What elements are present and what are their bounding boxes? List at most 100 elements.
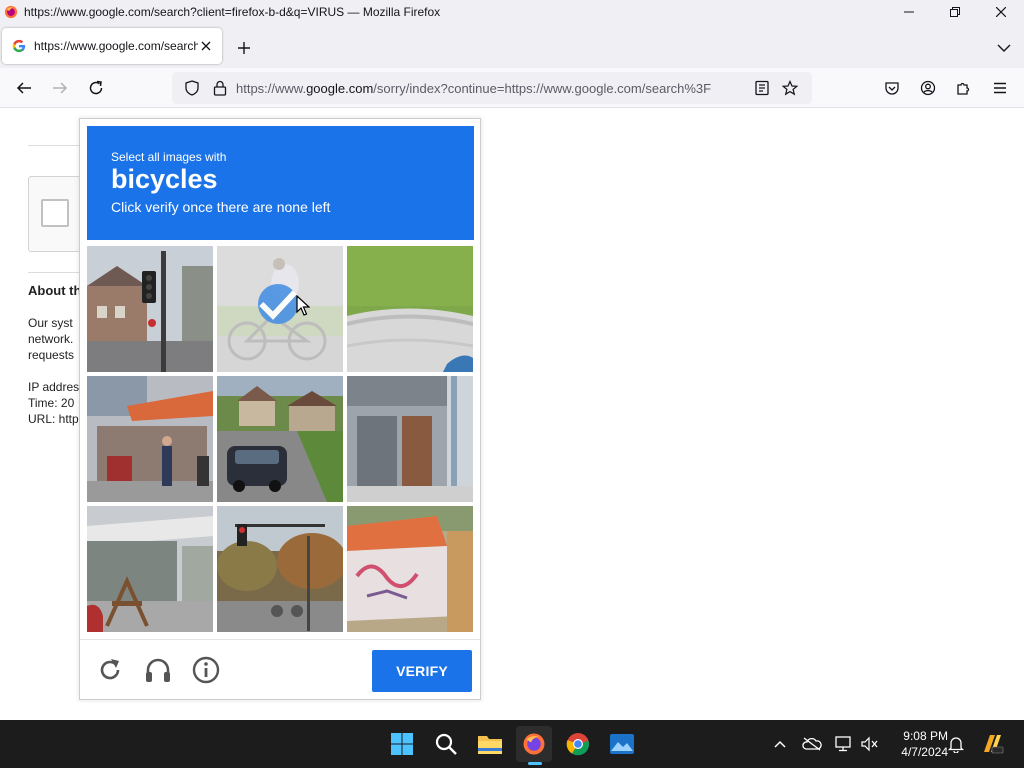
copilot-button[interactable] bbox=[980, 732, 1004, 756]
firefox-logo-icon bbox=[523, 733, 545, 755]
bookmark-star-icon[interactable] bbox=[778, 76, 802, 100]
arrow-right-icon bbox=[53, 82, 68, 94]
search-button[interactable] bbox=[428, 726, 464, 762]
close-icon bbox=[996, 7, 1006, 17]
tab-title: https://www.google.com/search?client=fir… bbox=[34, 39, 198, 53]
verify-button[interactable]: VERIFY bbox=[372, 650, 472, 692]
selected-check-icon bbox=[258, 284, 298, 324]
system-clock[interactable]: 9:08 PM 4/7/2024 bbox=[884, 728, 948, 760]
volume-muted-icon bbox=[861, 736, 878, 752]
challenge-target: bicycles bbox=[111, 164, 218, 194]
reload-challenge-button[interactable] bbox=[92, 652, 128, 688]
page-info-line: URL: http bbox=[28, 412, 79, 426]
about-heading: About th bbox=[28, 283, 80, 298]
photos-taskbar-button[interactable] bbox=[604, 726, 640, 762]
challenge-tile[interactable] bbox=[87, 246, 213, 372]
monitor-network-icon bbox=[835, 736, 851, 752]
page-text-line: requests bbox=[28, 348, 75, 362]
page-info-line: Time: 20 bbox=[28, 396, 75, 410]
active-app-indicator bbox=[528, 762, 542, 765]
firefox-taskbar-button[interactable] bbox=[516, 726, 552, 762]
window-title: https://www.google.com/search?client=fir… bbox=[24, 5, 441, 19]
lock-icon[interactable] bbox=[208, 76, 232, 100]
url-text: https://www.google.com/sorry/index?conti… bbox=[236, 80, 712, 96]
chevron-down-icon bbox=[997, 44, 1011, 52]
restore-button[interactable] bbox=[932, 0, 978, 24]
url-bar[interactable]: https://www.google.com/sorry/index?conti… bbox=[172, 72, 812, 104]
file-explorer-button[interactable] bbox=[472, 726, 508, 762]
chevron-up-icon bbox=[774, 740, 786, 748]
network-tray-icon[interactable] bbox=[832, 732, 856, 756]
firefox-logo-icon bbox=[4, 5, 18, 19]
page-info-line: IP addres bbox=[28, 380, 80, 394]
restore-icon bbox=[950, 7, 960, 17]
account-icon bbox=[920, 80, 936, 96]
challenge-tile[interactable] bbox=[87, 376, 213, 502]
chrome-logo-icon bbox=[566, 733, 590, 756]
onedrive-tray-icon[interactable] bbox=[800, 732, 824, 756]
clock-time: 9:08 PM bbox=[903, 729, 948, 743]
extensions-button[interactable] bbox=[950, 74, 978, 102]
pocket-button[interactable] bbox=[878, 74, 906, 102]
help-info-button[interactable] bbox=[188, 652, 224, 688]
back-button[interactable] bbox=[10, 74, 38, 102]
shield-icon[interactable] bbox=[180, 76, 204, 100]
account-button[interactable] bbox=[914, 74, 942, 102]
list-all-tabs-button[interactable] bbox=[992, 36, 1016, 60]
tab-close-button[interactable] bbox=[198, 38, 214, 54]
challenge-tile-selected[interactable] bbox=[217, 246, 343, 372]
challenge-tile[interactable] bbox=[347, 506, 473, 632]
pocket-icon bbox=[885, 82, 899, 95]
captcha-challenge-dialog: Select all images with bicycles Click ve… bbox=[79, 118, 481, 700]
tab-strip: https://www.google.com/search?client=fir… bbox=[0, 24, 1024, 68]
reload-button[interactable] bbox=[82, 74, 110, 102]
new-tab-button[interactable] bbox=[232, 36, 256, 60]
recaptcha-checkbox[interactable] bbox=[41, 199, 69, 227]
close-window-button[interactable] bbox=[978, 0, 1024, 24]
volume-tray-icon[interactable] bbox=[858, 732, 882, 756]
notifications-button[interactable] bbox=[944, 732, 968, 756]
photos-icon bbox=[610, 734, 634, 754]
chrome-taskbar-button[interactable] bbox=[560, 726, 596, 762]
hamburger-menu-icon bbox=[994, 82, 1006, 94]
start-button[interactable] bbox=[384, 726, 420, 762]
window-titlebar: https://www.google.com/search?client=fir… bbox=[0, 0, 1024, 24]
challenge-tile[interactable] bbox=[347, 376, 473, 502]
challenge-tile[interactable] bbox=[217, 506, 343, 632]
bell-icon bbox=[948, 737, 964, 753]
navigation-toolbar: https://www.google.com/sorry/index?conti… bbox=[0, 68, 1024, 108]
page-text-line: Our syst bbox=[28, 316, 73, 330]
challenge-tile[interactable] bbox=[87, 506, 213, 632]
mouse-cursor-icon bbox=[296, 295, 310, 316]
cloud-off-icon bbox=[802, 737, 822, 751]
clock-date: 4/7/2024 bbox=[901, 745, 948, 759]
folder-icon bbox=[478, 736, 502, 754]
windows-logo-icon bbox=[391, 733, 413, 755]
app-menu-button[interactable] bbox=[986, 74, 1014, 102]
reader-view-icon[interactable] bbox=[750, 76, 774, 100]
audio-challenge-button[interactable] bbox=[140, 652, 176, 688]
challenge-image-grid bbox=[87, 246, 474, 633]
page-text-line: network. bbox=[28, 332, 74, 346]
show-hidden-icons-button[interactable] bbox=[768, 732, 792, 756]
headphones-icon bbox=[146, 658, 170, 682]
challenge-tile[interactable] bbox=[347, 246, 473, 372]
puzzle-icon bbox=[957, 82, 970, 95]
copilot-icon bbox=[984, 735, 1004, 754]
close-icon bbox=[201, 41, 211, 51]
search-icon bbox=[435, 733, 457, 755]
reload-icon bbox=[100, 659, 120, 680]
challenge-tile[interactable] bbox=[217, 376, 343, 502]
challenge-footer: VERIFY bbox=[80, 639, 480, 699]
challenge-subtext: Click verify once there are none left bbox=[111, 199, 331, 215]
challenge-instruction: Select all images with bbox=[111, 150, 227, 164]
plus-icon bbox=[238, 42, 250, 54]
info-icon bbox=[192, 656, 220, 684]
arrow-left-icon bbox=[16, 82, 31, 94]
reload-icon bbox=[89, 80, 103, 95]
forward-button[interactable] bbox=[46, 74, 74, 102]
minimize-icon bbox=[904, 11, 914, 13]
google-favicon-icon bbox=[12, 39, 26, 53]
minimize-button[interactable] bbox=[886, 0, 932, 24]
tab-google-search[interactable]: https://www.google.com/search?client=fir… bbox=[2, 28, 222, 64]
